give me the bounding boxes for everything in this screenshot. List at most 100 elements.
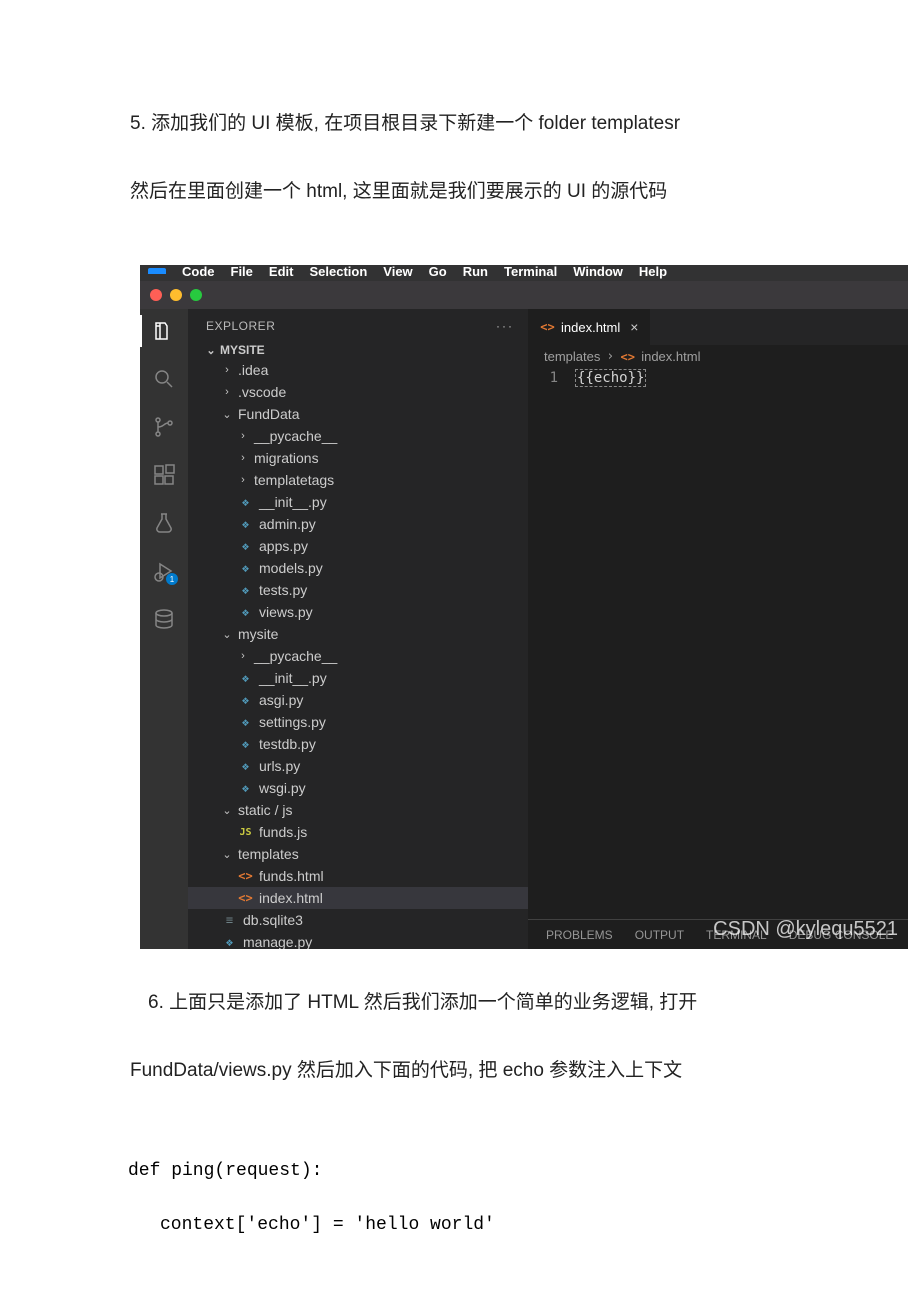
tree-label: static / js [238,802,292,818]
chevron-icon: › [222,386,232,398]
py-file-icon: ❖ [238,759,253,773]
tree-item-views-py[interactable]: ❖ views.py [188,601,528,623]
run-debug-icon[interactable]: 1 [152,559,176,583]
doc-step6-line1: 6. 上面只是添加了 HTML 然后我们添加一个简单的业务逻辑, 打开 [128,979,808,1027]
py-file-icon: ❖ [238,605,253,619]
html-file-icon: <> [620,350,635,364]
debug-badge: 1 [166,573,178,585]
js-file-icon: JS [238,827,253,838]
activity-bar: 1 [140,309,188,949]
tree-item-settings-py[interactable]: ❖settings.py [188,711,528,733]
editor-tabs: <> index.html × [528,309,908,345]
tree-item-tests-py[interactable]: ❖ tests.py [188,579,528,601]
source-control-icon[interactable] [152,415,176,439]
tree-item---init---py[interactable]: ❖ __init__.py [188,491,528,513]
menu-item-edit[interactable]: Edit [269,265,294,279]
app-menubar: Code File Edit Selection View Go Run Terminal Wi… [140,265,908,281]
breadcrumb[interactable]: templates › <> index.html [528,345,908,368]
doc-code-body: context['echo'] = 'hello world' [160,1198,920,1252]
tree-item-db-sqlite3[interactable]: ≡db.sqlite3 [188,909,528,931]
py-file-icon: ❖ [238,737,253,751]
tree-item-funddata[interactable]: ⌄FundData [188,403,528,425]
tab-index-html[interactable]: <> index.html × [528,309,650,345]
testing-icon[interactable] [152,511,176,535]
py-file-icon: ❖ [238,517,253,531]
vscode-screenshot: Code File Edit Selection View Go Run Terminal Wi… [140,265,908,949]
menu-item-help[interactable]: Help [639,265,667,279]
breadcrumb-folder: templates [544,349,600,364]
tree-item-apps-py[interactable]: ❖ apps.py [188,535,528,557]
watermark: CSDN @kylequ5521 [713,918,898,941]
tree-label: tests.py [259,582,307,598]
tree-item-funds-html[interactable]: <>funds.html [188,865,528,887]
tree-item-models-py[interactable]: ❖models.py [188,557,528,579]
tree-item--idea[interactable]: ›.idea [188,359,528,381]
chevron-icon: › [238,430,248,442]
tree-item-urls-py[interactable]: ❖ urls.py [188,755,528,777]
py-file-icon: ❖ [238,671,253,685]
app-logo [148,268,166,274]
tree-item---pycache--[interactable]: › __pycache__ [188,425,528,447]
tree-item-manage-py[interactable]: ❖manage.py [188,931,528,949]
tab-close-icon[interactable]: × [630,319,638,335]
extensions-icon[interactable] [152,463,176,487]
tree-label: __pycache__ [254,648,337,664]
menu-item-terminal[interactable]: Terminal [504,265,557,279]
tree-item--vscode[interactable]: ›.vscode [188,381,528,403]
project-root[interactable]: ⌄ MYSITE [188,341,528,359]
tree-item-asgi-py[interactable]: ❖ asgi.py [188,689,528,711]
chevron-icon: ⌄ [222,628,232,641]
py-file-icon: ❖ [238,495,253,509]
menu-item-go[interactable]: Go [429,265,447,279]
tree-item-static---js[interactable]: ⌄static / js [188,799,528,821]
tree-item-templatetags[interactable]: ›templatetags [188,469,528,491]
tree-label: views.py [259,604,313,620]
tree-item-migrations[interactable]: ›migrations [188,447,528,469]
menu-item-selection[interactable]: Selection [309,265,367,279]
tree-item-templates[interactable]: ⌄templates [188,843,528,865]
tree-label: __pycache__ [254,428,337,444]
project-name: MYSITE [220,343,265,357]
tree-item-index-html[interactable]: <>index.html [188,887,528,909]
explorer-sidebar: EXPLORER ··· ⌄ MYSITE ›.idea›.vscode⌄Fun… [188,309,528,949]
tree-item-wsgi-py[interactable]: ❖wsgi.py [188,777,528,799]
menu-item-code[interactable]: Code [182,265,215,279]
search-icon[interactable] [152,367,176,391]
traffic-close-icon[interactable] [150,289,162,301]
explorer-more-icon[interactable]: ··· [496,319,514,333]
tree-label: __init__.py [259,670,327,686]
menu-item-run[interactable]: Run [463,265,488,279]
panel-tab-problems[interactable]: PROBLEMS [546,928,613,942]
traffic-min-icon[interactable] [170,289,182,301]
menu-item-file[interactable]: File [231,265,253,279]
tree-item-mysite[interactable]: ⌄mysite [188,623,528,645]
py-file-icon: ❖ [238,583,253,597]
code-editor[interactable]: 1 {{echo}} [528,368,908,919]
traffic-max-icon[interactable] [190,289,202,301]
panel-tab-output[interactable]: OUTPUT [635,928,684,942]
tree-label: urls.py [259,758,300,774]
py-file-icon: ❖ [238,539,253,553]
tree-item-funds-js[interactable]: JSfunds.js [188,821,528,843]
tree-label: asgi.py [259,692,303,708]
tree-item-admin-py[interactable]: ❖admin.py [188,513,528,535]
menu-item-window[interactable]: Window [573,265,623,279]
tree-label: apps.py [259,538,308,554]
tree-label: .idea [238,362,268,378]
chevron-icon: ⌄ [222,848,232,861]
doc-code-def: def ping(request): [128,1144,920,1198]
py-file-icon: ❖ [238,693,253,707]
html-file-icon: <> [238,891,253,905]
html-file-icon: <> [238,869,253,883]
tree-item-testdb-py[interactable]: ❖testdb.py [188,733,528,755]
tree-label: FundData [238,406,299,422]
explorer-icon[interactable] [152,319,176,343]
chevron-icon: › [238,452,248,464]
tab-label: index.html [561,320,620,335]
tree-label: __init__.py [259,494,327,510]
tree-item---pycache--[interactable]: ›__pycache__ [188,645,528,667]
tree-item---init---py[interactable]: ❖ __init__.py [188,667,528,689]
database-icon[interactable] [152,607,176,631]
tree-label: manage.py [243,934,312,949]
menu-item-view[interactable]: View [383,265,412,279]
